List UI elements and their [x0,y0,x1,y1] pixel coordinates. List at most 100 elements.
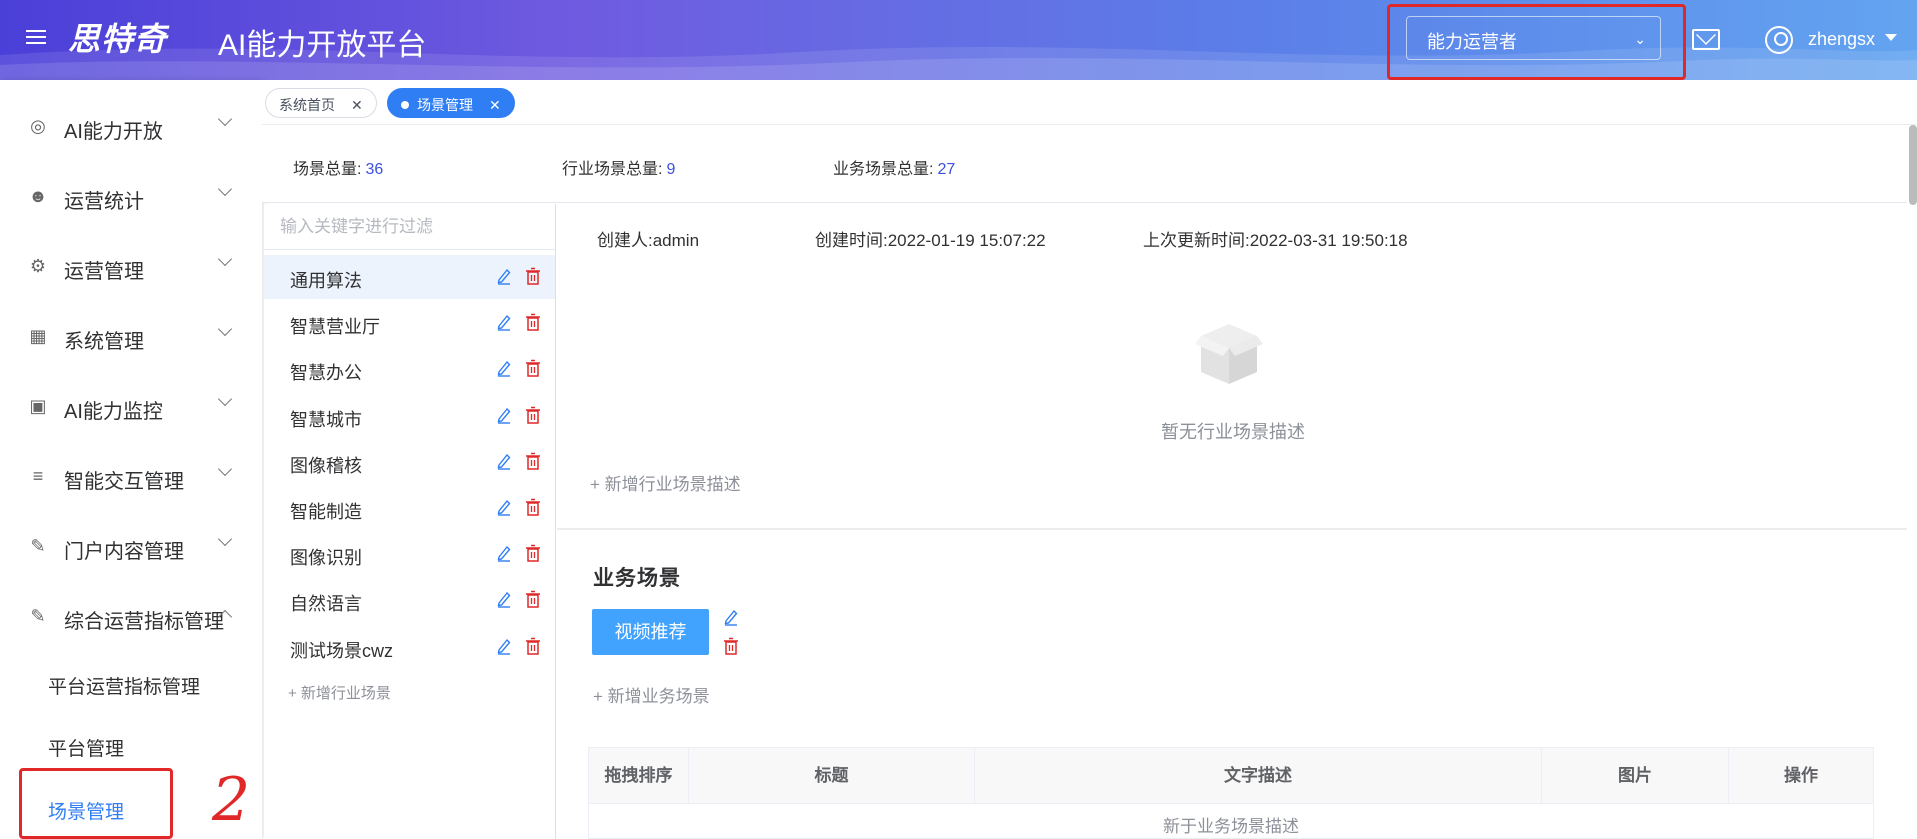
add-industry-scene-link[interactable]: + 新增行业场景 [288,682,391,703]
business-scene-table: 拖拽排序 标题 文字描述 图片 操作 新于业务场景描述 [588,747,1874,839]
stat-industry: 行业场景总量: 9 [562,155,675,179]
caret-down-icon[interactable] [1885,34,1897,41]
sidebar-item-label: 运营管理 [64,261,144,283]
scene-list-item[interactable]: 智慧城市 [264,394,555,438]
scene-list-item[interactable]: 通用算法 [264,255,555,299]
sidebar-item-system[interactable]: ▦ 系统管理 [0,302,262,372]
close-icon[interactable]: ✕ [489,97,501,113]
edit-icon[interactable] [496,452,512,470]
sidebar-item-ops-mgmt[interactable]: ⚙ 运营管理 [0,232,262,302]
sidebar-item-label: 门户内容管理 [64,541,184,563]
add-business-scene-link[interactable]: + 新增业务场景 [593,682,710,707]
active-dot-icon [401,101,409,110]
business-scene-button[interactable]: 视频推荐 [592,609,709,655]
sidebar-item-ops-stats[interactable]: ☻ 运营统计 [0,162,262,232]
mail-icon[interactable] [1692,29,1720,50]
chevron-down-icon [217,391,233,407]
scene-list-item[interactable]: 智慧营业厅 [264,301,555,345]
sidebar-item-label: AI能力开放 [64,121,163,143]
edit-icon[interactable] [496,359,512,378]
target-icon: ◎ [30,116,46,136]
stat-label: 行业场景总量: [562,161,663,178]
edit-icon[interactable] [496,590,512,609]
tab-home[interactable]: 系统首页 ✕ [265,88,377,118]
chevron-down-icon [217,181,233,197]
platform-title: AI能力开放平台 [218,29,427,62]
empty-description-text: 暂无行业场景描述 [1161,422,1305,442]
delete-icon[interactable] [525,267,541,285]
username[interactable]: zhengsx [1808,29,1875,50]
tab-label: 场景管理 [417,97,473,113]
tab-bar: 系统首页 ✕ 场景管理 ✕ [262,80,1917,125]
sidebar-item-ai-monitor[interactable]: ▣ AI能力监控 [0,372,262,442]
section-divider [557,528,1907,530]
sidebar-item-indicators[interactable]: ✎ 综合运营指标管理 [0,582,262,652]
delete-icon[interactable] [525,359,541,378]
edit-icon: ✎ [30,536,46,556]
chevron-down-icon [217,531,233,547]
annotation-box-scene [19,768,173,839]
user-icon: ☻ [28,186,48,206]
sidebar-item-interaction[interactable]: ≡ 智能交互管理 [0,442,262,512]
edit-icon[interactable] [496,313,512,331]
filter-input[interactable] [264,204,555,250]
camera-icon: ▣ [29,396,47,416]
scene-list-item[interactable]: 智能制造 [264,486,555,530]
th-image: 图片 [1542,748,1729,804]
close-icon[interactable]: ✕ [351,97,363,113]
th-actions: 操作 [1784,766,1818,785]
sidebar: ◎ AI能力开放 ☻ 运营统计 ⚙ 运营管理 ▦ 系统管理 ▣ AI能力监控 ≡… [0,80,262,839]
sidebar-subitem-platform-indicators[interactable]: 平台运营指标管理 [0,654,262,714]
delete-icon[interactable] [525,544,541,562]
edit-icon[interactable] [496,637,512,655]
page-scrollbar[interactable] [1909,125,1917,205]
scene-list-item[interactable]: 测试场景cwz [264,625,555,669]
delete-icon[interactable] [525,637,541,655]
gear-icon: ⚙ [29,256,47,276]
delete-icon[interactable] [525,590,541,609]
chevron-down-icon [217,461,233,477]
sliders-icon: ≡ [32,466,44,486]
scene-name: 通用算法 [290,271,362,291]
edit-icon[interactable] [496,267,512,285]
scene-list-item[interactable]: 图像稽核 [264,440,555,484]
edit-icon[interactable] [496,498,512,516]
sidebar-item-portal[interactable]: ✎ 门户内容管理 [0,512,262,582]
scene-list-item[interactable]: 智慧办公 [264,347,555,391]
created-time-text: 创建时间:2022-01-19 15:07:22 [815,231,1046,250]
edit-icon[interactable] [496,544,512,562]
stat-total: 场景总量: 36 [293,155,383,179]
scene-name: 测试场景cwz [290,640,393,661]
user-avatar-icon[interactable] [1765,26,1793,54]
stat-business: 业务场景总量: 27 [833,155,955,179]
menu-toggle-icon[interactable] [26,30,46,46]
edit-icon: ✎ [30,606,46,626]
scene-name: 图像识别 [290,548,362,569]
stat-label: 场景总量: [293,161,362,178]
delete-icon[interactable] [525,406,541,424]
brand-logo: 思特奇 [68,21,168,57]
stat-value: 9 [666,161,676,178]
th-title: 标题 [689,748,975,804]
edit-icon[interactable] [723,608,739,626]
sidebar-item-label: AI能力监控 [64,401,163,423]
sidebar-item-label: 运营统计 [64,191,144,213]
sidebar-item-ai-open[interactable]: ◎ AI能力开放 [0,92,262,162]
chevron-down-icon [217,321,233,337]
annotation-mark-2: 2 [212,765,251,835]
scene-list-item[interactable]: 自然语言 [264,578,555,622]
delete-icon[interactable] [723,637,739,655]
add-industry-description-link[interactable]: + 新增行业场景描述 [590,470,741,495]
delete-icon[interactable] [525,313,541,331]
scene-list-item[interactable]: 图像识别 [264,532,555,576]
table-empty-text: 新于业务场景描述 [1163,817,1299,836]
sidebar-item-label: 系统管理 [64,331,144,353]
stat-value: 27 [937,161,956,178]
scene-name: 智慧办公 [290,363,362,384]
tab-label: 系统首页 [279,97,335,113]
stat-value: 36 [365,161,384,178]
delete-icon[interactable] [525,498,541,516]
edit-icon[interactable] [496,406,512,424]
delete-icon[interactable] [525,452,541,470]
tab-scene-mgmt[interactable]: 场景管理 ✕ [387,88,515,118]
